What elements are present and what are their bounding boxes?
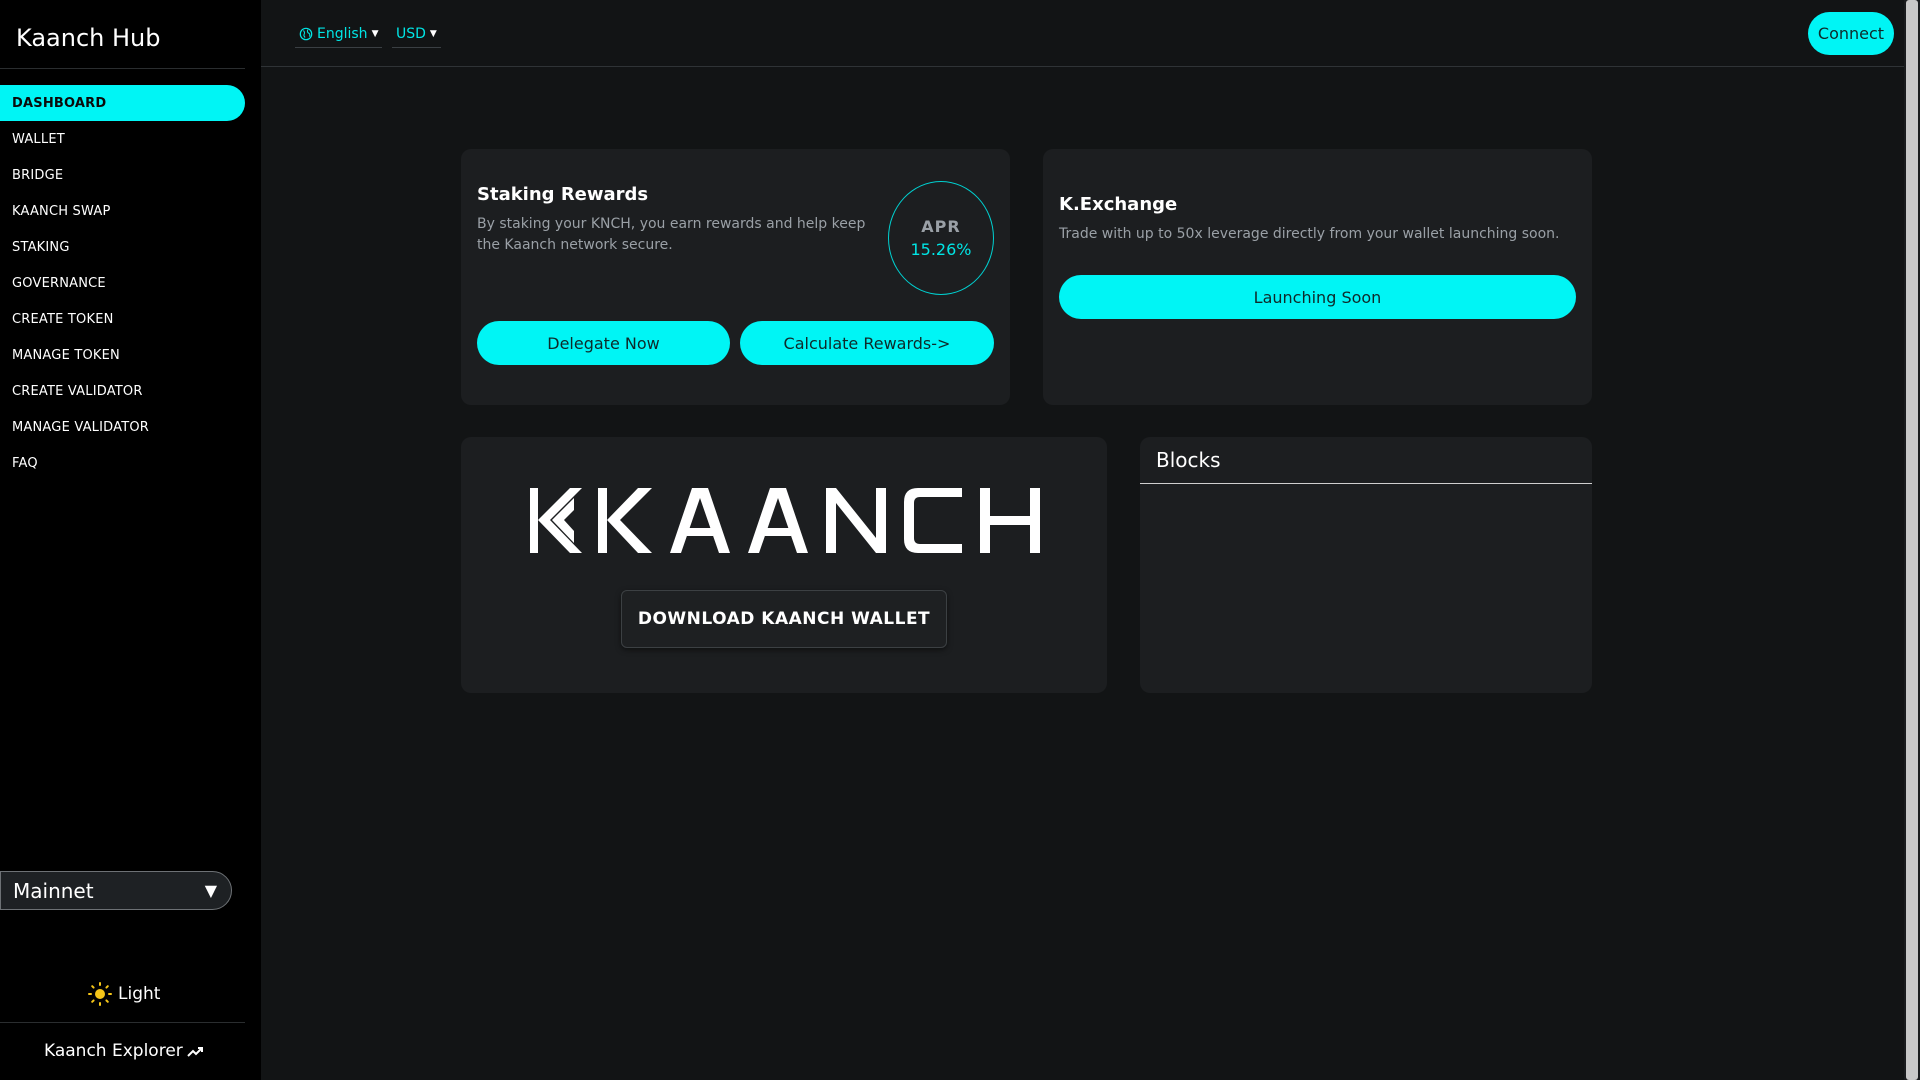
launching-soon-button[interactable]: Launching Soon bbox=[1059, 275, 1576, 319]
sun-icon bbox=[88, 982, 112, 1006]
caret-down-icon: ▼ bbox=[371, 28, 379, 39]
sidebar-nav: DASHBOARD WALLET BRIDGE KAANCH SWAP STAK… bbox=[0, 85, 245, 481]
blocks-card: Blocks bbox=[1140, 437, 1592, 693]
connect-button[interactable]: Connect bbox=[1808, 12, 1894, 55]
sidebar-item-kaanch-swap[interactable]: KAANCH SWAP bbox=[0, 193, 245, 229]
apr-badge: APR 15.26% bbox=[888, 181, 994, 295]
explorer-link[interactable]: Kaanch Explorer bbox=[44, 1041, 205, 1061]
sidebar-item-manage-validator[interactable]: MANAGE VALIDATOR bbox=[0, 409, 245, 445]
card-title: K.Exchange bbox=[1059, 194, 1178, 215]
language-value: English bbox=[317, 25, 368, 42]
top-bar: English ▼ USD ▼ Connect bbox=[261, 0, 1904, 67]
sidebar-item-governance[interactable]: GOVERNANCE bbox=[0, 265, 245, 301]
scroll-thumb[interactable] bbox=[1906, 0, 1918, 1080]
delegate-now-button[interactable]: Delegate Now bbox=[477, 321, 730, 365]
kaanch-logo bbox=[530, 488, 1040, 553]
divider bbox=[0, 68, 245, 69]
wallet-download-card: DOWNLOAD KAANCH WALLET bbox=[461, 437, 1107, 693]
explorer-link-label: Kaanch Explorer bbox=[44, 1041, 183, 1061]
calculate-rewards-button[interactable]: Calculate Rewards-> bbox=[740, 321, 994, 365]
sidebar-item-create-validator[interactable]: CREATE VALIDATOR bbox=[0, 373, 245, 409]
card-description: By staking your KNCH, you earn rewards a… bbox=[477, 216, 866, 253]
currency-dropdown[interactable]: USD ▼ bbox=[392, 24, 441, 48]
sidebar: Kaanch Hub DASHBOARD WALLET BRIDGE KAANC… bbox=[0, 0, 261, 1080]
apr-value: 15.26% bbox=[910, 240, 972, 259]
sidebar-item-wallet[interactable]: WALLET bbox=[0, 121, 245, 157]
sidebar-item-bridge[interactable]: BRIDGE bbox=[0, 157, 245, 193]
divider bbox=[0, 1022, 245, 1023]
staking-rewards-card: Staking Rewards By staking your KNCH, yo… bbox=[461, 149, 1010, 405]
page-scrollbar[interactable] bbox=[1904, 0, 1920, 1080]
sidebar-item-dashboard[interactable]: DASHBOARD bbox=[0, 85, 245, 121]
caret-down-icon: ▼ bbox=[429, 28, 437, 39]
download-wallet-button[interactable]: DOWNLOAD KAANCH WALLET bbox=[621, 590, 947, 648]
sidebar-item-create-token[interactable]: CREATE TOKEN bbox=[0, 301, 245, 337]
chevron-down-icon: ▼ bbox=[204, 881, 217, 900]
sidebar-item-staking[interactable]: STAKING bbox=[0, 229, 245, 265]
network-select[interactable]: Mainnet ▼ bbox=[0, 871, 232, 910]
currency-value: USD bbox=[396, 25, 426, 42]
k-exchange-card: K.Exchange Trade with up to 50x leverage… bbox=[1043, 149, 1592, 405]
card-description: Trade with up to 50x leverage directly f… bbox=[1059, 226, 1560, 242]
network-select-value: Mainnet bbox=[13, 878, 94, 903]
theme-toggle-label: Light bbox=[118, 984, 161, 1004]
language-dropdown[interactable]: English ▼ bbox=[295, 24, 383, 48]
brand-title[interactable]: Kaanch Hub bbox=[16, 24, 160, 52]
apr-label: APR bbox=[921, 217, 961, 236]
globe-icon bbox=[299, 27, 313, 40]
sidebar-item-manage-token[interactable]: MANAGE TOKEN bbox=[0, 337, 245, 373]
blocks-title: Blocks bbox=[1140, 437, 1592, 484]
sidebar-item-faq[interactable]: FAQ bbox=[0, 445, 245, 481]
trend-arrow-icon bbox=[187, 1047, 203, 1057]
theme-toggle[interactable]: Light bbox=[88, 982, 160, 1006]
card-title: Staking Rewards bbox=[477, 184, 649, 205]
